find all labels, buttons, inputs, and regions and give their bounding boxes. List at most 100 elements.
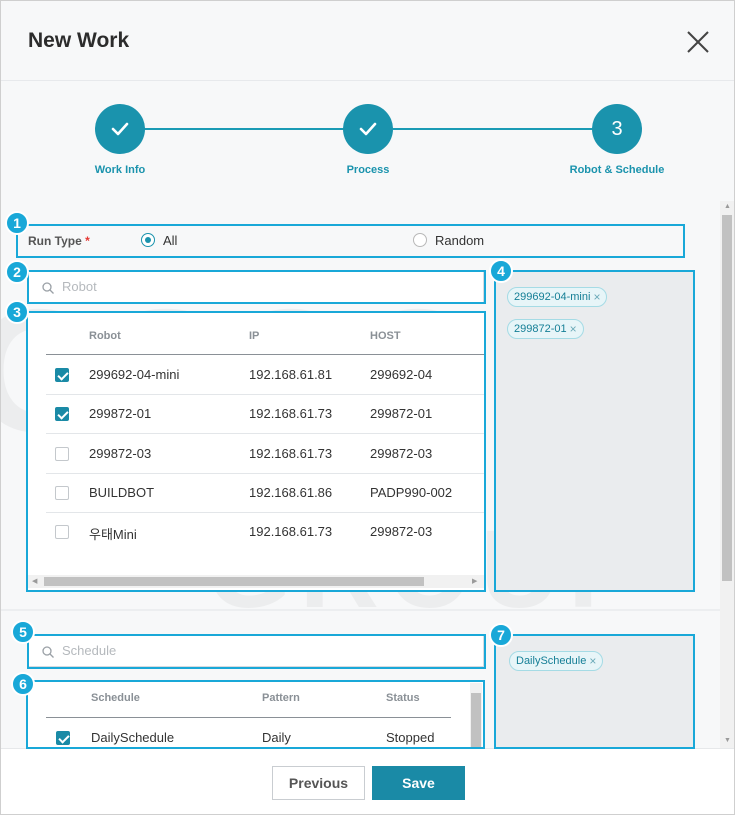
schedule-status-cell: Stopped bbox=[386, 730, 435, 745]
robot-ip-cell: 192.168.61.86 bbox=[249, 485, 333, 500]
step-1-circle[interactable] bbox=[95, 104, 145, 154]
remove-x-icon[interactable]: × bbox=[589, 654, 596, 668]
schedule-section: Schedule Schedule Pattern Status DailySc… bbox=[1, 611, 720, 748]
selected-schedules-panel: DailySchedule × bbox=[495, 635, 693, 748]
required-mark: * bbox=[85, 234, 90, 248]
row-divider bbox=[46, 512, 484, 513]
step-3-number: 3 bbox=[611, 117, 623, 140]
close-button[interactable] bbox=[685, 29, 711, 55]
run-type-random-label[interactable]: Random bbox=[435, 233, 484, 248]
step-connector bbox=[144, 128, 344, 130]
row-checkbox[interactable] bbox=[55, 525, 69, 539]
run-type-random-radio[interactable] bbox=[413, 233, 427, 247]
check-icon bbox=[111, 122, 129, 136]
selected-robot-tag[interactable]: 299872-01 × bbox=[507, 319, 584, 339]
robot-section: OSCO GROUP Run Type * All Random Robot bbox=[1, 201, 720, 631]
save-button[interactable]: Save bbox=[372, 766, 465, 800]
robot-host-cell: 299872-01 bbox=[370, 406, 433, 421]
robot-ip-cell: 192.168.61.73 bbox=[249, 446, 333, 461]
robot-name-cell: 299872-03 bbox=[89, 446, 152, 461]
callout-badge-4: 4 bbox=[489, 259, 513, 283]
header-divider bbox=[46, 717, 451, 718]
tag-label: DailySchedule bbox=[516, 655, 587, 667]
remove-x-icon[interactable]: × bbox=[570, 322, 577, 336]
robot-table: Robot IP HOST 299692-04-mini 192.168.61.… bbox=[28, 312, 484, 590]
robot-name-cell: 299692-04-mini bbox=[89, 367, 180, 382]
vscroll-thumb[interactable] bbox=[471, 693, 481, 748]
wizard-content: OSCO GROUP Run Type * All Random Robot bbox=[1, 201, 720, 748]
content-vscrollbar[interactable]: ▲ ▼ bbox=[720, 201, 734, 748]
schedule-name-cell: DailySchedule bbox=[91, 730, 175, 745]
step-1-label: Work Info bbox=[94, 164, 146, 176]
wizard-stepper: 3 Work Info Process Robot & Schedule bbox=[1, 81, 734, 201]
new-work-dialog: New Work 3 Work Info Process Robot & Sch… bbox=[0, 0, 735, 815]
selected-robots-panel: 299692-04-mini × 299872-01 × bbox=[495, 271, 693, 591]
scroll-left-arrow-icon[interactable]: ◀ bbox=[32, 577, 37, 585]
scroll-right-arrow-icon[interactable]: ▶ bbox=[472, 577, 477, 585]
column-header-schedule[interactable]: Schedule bbox=[91, 692, 140, 704]
step-connector bbox=[393, 128, 593, 130]
callout-badge-7: 7 bbox=[489, 623, 513, 647]
robot-host-cell: PADP990-002 bbox=[370, 485, 453, 500]
scroll-up-arrow-icon[interactable]: ▲ bbox=[724, 203, 731, 210]
column-header-robot[interactable]: Robot bbox=[89, 330, 121, 342]
robot-ip-cell: 192.168.61.73 bbox=[249, 524, 333, 539]
scroll-down-arrow-icon[interactable]: ▼ bbox=[724, 737, 731, 744]
robot-host-cell: 299692-04 bbox=[370, 367, 433, 382]
robot-name-cell: BUILDBOT bbox=[89, 485, 155, 500]
row-checkbox[interactable] bbox=[56, 731, 70, 745]
row-checkbox[interactable] bbox=[55, 368, 69, 382]
schedule-search-placeholder: Schedule bbox=[62, 643, 117, 658]
close-icon bbox=[687, 31, 709, 53]
dialog-title: New Work bbox=[28, 29, 130, 52]
robot-table-hscrollbar[interactable]: ◀ ▶ bbox=[28, 575, 484, 588]
search-icon bbox=[42, 282, 54, 294]
tag-label: 299872-01 bbox=[514, 323, 567, 335]
robot-ip-cell: 192.168.61.73 bbox=[249, 406, 333, 421]
robot-search-input[interactable]: Robot bbox=[28, 271, 484, 303]
schedule-search-input[interactable]: Schedule bbox=[28, 635, 484, 667]
column-header-host[interactable]: HOST bbox=[370, 330, 401, 342]
selected-schedule-tag[interactable]: DailySchedule × bbox=[509, 651, 604, 671]
robot-ip-cell: 192.168.61.81 bbox=[249, 367, 333, 382]
column-header-ip[interactable]: IP bbox=[249, 330, 259, 342]
robot-name-cell: 299872-01 bbox=[89, 406, 152, 421]
robot-search-placeholder: Robot bbox=[62, 279, 97, 294]
remove-x-icon[interactable]: × bbox=[593, 290, 600, 304]
previous-button[interactable]: Previous bbox=[272, 766, 365, 800]
row-divider bbox=[46, 433, 484, 434]
run-type-label-text: Run Type bbox=[28, 234, 82, 248]
dialog-header: New Work bbox=[1, 1, 734, 81]
hscroll-thumb[interactable] bbox=[44, 577, 424, 586]
run-type-all-radio[interactable] bbox=[141, 233, 155, 247]
row-checkbox[interactable] bbox=[55, 407, 69, 421]
row-checkbox[interactable] bbox=[55, 447, 69, 461]
column-header-pattern[interactable]: Pattern bbox=[262, 692, 300, 704]
row-divider bbox=[46, 394, 484, 395]
callout-badge-3: 3 bbox=[5, 300, 29, 324]
schedule-table: Schedule Pattern Status DailySchedule Da… bbox=[28, 681, 484, 748]
callout-badge-2: 2 bbox=[5, 260, 29, 284]
tag-label: 299692-04-mini bbox=[514, 291, 591, 303]
callout-badge-1: 1 bbox=[5, 211, 29, 235]
step-2-circle[interactable] bbox=[343, 104, 393, 154]
robot-host-cell: 299872-03 bbox=[370, 446, 433, 461]
column-header-status[interactable]: Status bbox=[386, 692, 420, 704]
vscroll-thumb[interactable] bbox=[722, 215, 732, 581]
dialog-footer: Previous Save bbox=[1, 748, 734, 814]
run-type-all-label[interactable]: All bbox=[163, 233, 177, 248]
schedule-pattern-cell: Daily bbox=[262, 730, 291, 745]
schedule-table-vscrollbar[interactable] bbox=[470, 683, 482, 748]
step-3-label: Robot & Schedule bbox=[569, 164, 665, 176]
row-checkbox[interactable] bbox=[55, 486, 69, 500]
robot-name-cell: 우태Mini bbox=[89, 527, 137, 542]
robot-host-cell: 299872-03 bbox=[370, 524, 433, 539]
callout-badge-5: 5 bbox=[11, 620, 35, 644]
run-type-label: Run Type * bbox=[28, 234, 90, 248]
step-3-circle[interactable]: 3 bbox=[592, 104, 642, 154]
row-divider bbox=[46, 473, 484, 474]
selected-robot-tag[interactable]: 299692-04-mini × bbox=[507, 287, 608, 307]
search-icon bbox=[42, 646, 54, 658]
step-2-label: Process bbox=[346, 164, 390, 176]
check-icon bbox=[359, 122, 377, 136]
